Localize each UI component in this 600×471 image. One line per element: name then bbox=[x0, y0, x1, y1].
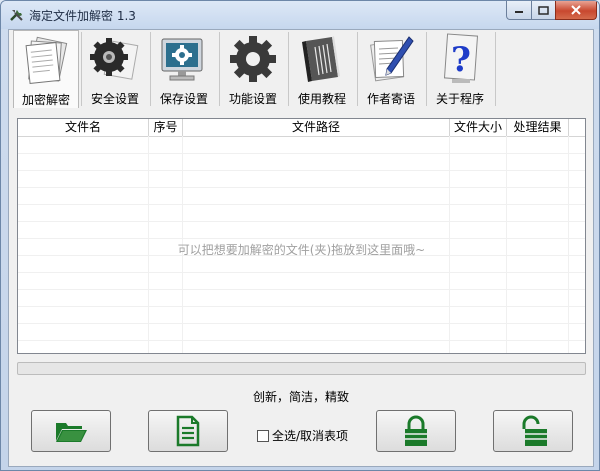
grid-line bbox=[18, 272, 585, 273]
column-header-size[interactable]: 文件大小 bbox=[450, 119, 507, 136]
column-header-path[interactable]: 文件路径 bbox=[183, 119, 450, 136]
column-header-index[interactable]: 序号 bbox=[149, 119, 183, 136]
checkbox-box[interactable] bbox=[257, 429, 269, 442]
column-header-result[interactable]: 处理结果 bbox=[507, 119, 569, 136]
close-button[interactable] bbox=[555, 1, 597, 20]
tab-label: 安全设置 bbox=[90, 92, 139, 106]
pen-paper-icon bbox=[370, 36, 414, 82]
grid-line bbox=[18, 170, 585, 171]
tab-label: 使用教程 bbox=[297, 92, 346, 106]
tab-tutorial[interactable]: 使用教程 bbox=[289, 30, 355, 108]
gear-icon bbox=[90, 38, 139, 80]
tools-icon bbox=[10, 10, 23, 21]
file-list[interactable]: 文件名 序号 文件路径 文件大小 处理结果 可以把想要加解密的文件(夹)拖放到这… bbox=[17, 118, 586, 354]
svg-text:?: ? bbox=[451, 40, 471, 80]
client-area: 加密解密 安全设置 保存设置 功能设置 使用教程 作者寄语 ? 关于程序 文件名… bbox=[8, 29, 594, 467]
tab-function-settings[interactable]: 功能设置 bbox=[220, 30, 286, 108]
lock-open-icon bbox=[522, 415, 547, 446]
grid-line bbox=[18, 221, 585, 222]
progress-bar bbox=[17, 362, 586, 375]
open-folder-button[interactable] bbox=[31, 410, 111, 452]
drop-hint: 可以把想要加解密的文件(夹)拖放到这里面哦~ bbox=[177, 243, 426, 257]
tab-label: 功能设置 bbox=[228, 92, 277, 106]
slogan-text: 创新，简洁，精致 bbox=[252, 390, 349, 404]
grid-line bbox=[18, 204, 585, 205]
window-title: 海定文件加解密 1.3 bbox=[29, 9, 136, 23]
minimize-icon bbox=[515, 11, 523, 13]
app-window: 海定文件加解密 1.3 加密解密 安全设置 保存设置 功能设置 使用教程 作者寄… bbox=[0, 0, 600, 471]
large-gear-icon bbox=[230, 36, 276, 82]
papers-icon bbox=[25, 36, 68, 85]
tab-label: 加密解密 bbox=[21, 93, 70, 107]
close-icon bbox=[571, 5, 581, 15]
tab-label: 关于程序 bbox=[435, 92, 484, 106]
grid-line bbox=[18, 153, 585, 154]
tab-security-settings[interactable]: 安全设置 bbox=[82, 30, 148, 108]
maximize-icon bbox=[538, 5, 549, 15]
open-file-button[interactable] bbox=[148, 410, 228, 452]
grid-line bbox=[18, 289, 585, 290]
tab-label: 保存设置 bbox=[159, 92, 208, 106]
column-header-filename[interactable]: 文件名 bbox=[18, 119, 149, 136]
grid-line bbox=[18, 238, 585, 239]
tab-about[interactable]: ? 关于程序 bbox=[427, 30, 493, 108]
grid-line bbox=[18, 340, 585, 341]
encrypt-button[interactable] bbox=[376, 410, 456, 452]
select-all-label: 全选/取消表项 bbox=[272, 429, 349, 443]
select-all-checkbox[interactable]: 全选/取消表项 bbox=[257, 427, 348, 444]
document-icon bbox=[176, 415, 200, 447]
decrypt-button[interactable] bbox=[493, 410, 573, 452]
monitor-settings-icon bbox=[161, 38, 203, 81]
grid-line bbox=[18, 323, 585, 324]
file-list-header: 文件名 序号 文件路径 文件大小 处理结果 bbox=[18, 119, 585, 137]
maximize-button[interactable] bbox=[531, 1, 556, 20]
folder-open-icon bbox=[56, 423, 87, 442]
title-bar: 海定文件加解密 1.3 bbox=[1, 1, 599, 29]
grid-line bbox=[18, 187, 585, 188]
tab-author-message[interactable]: 作者寄语 bbox=[358, 30, 424, 108]
lock-closed-icon bbox=[405, 415, 427, 446]
toolbar-separator bbox=[495, 32, 496, 106]
tab-save-settings[interactable]: 保存设置 bbox=[151, 30, 217, 108]
book-icon bbox=[302, 36, 340, 82]
tab-label: 作者寄语 bbox=[366, 92, 415, 106]
help-question-icon: ? bbox=[443, 33, 479, 83]
minimize-button[interactable] bbox=[506, 1, 532, 20]
grid-line bbox=[18, 306, 585, 307]
tab-encrypt-decrypt[interactable]: 加密解密 bbox=[13, 30, 79, 108]
